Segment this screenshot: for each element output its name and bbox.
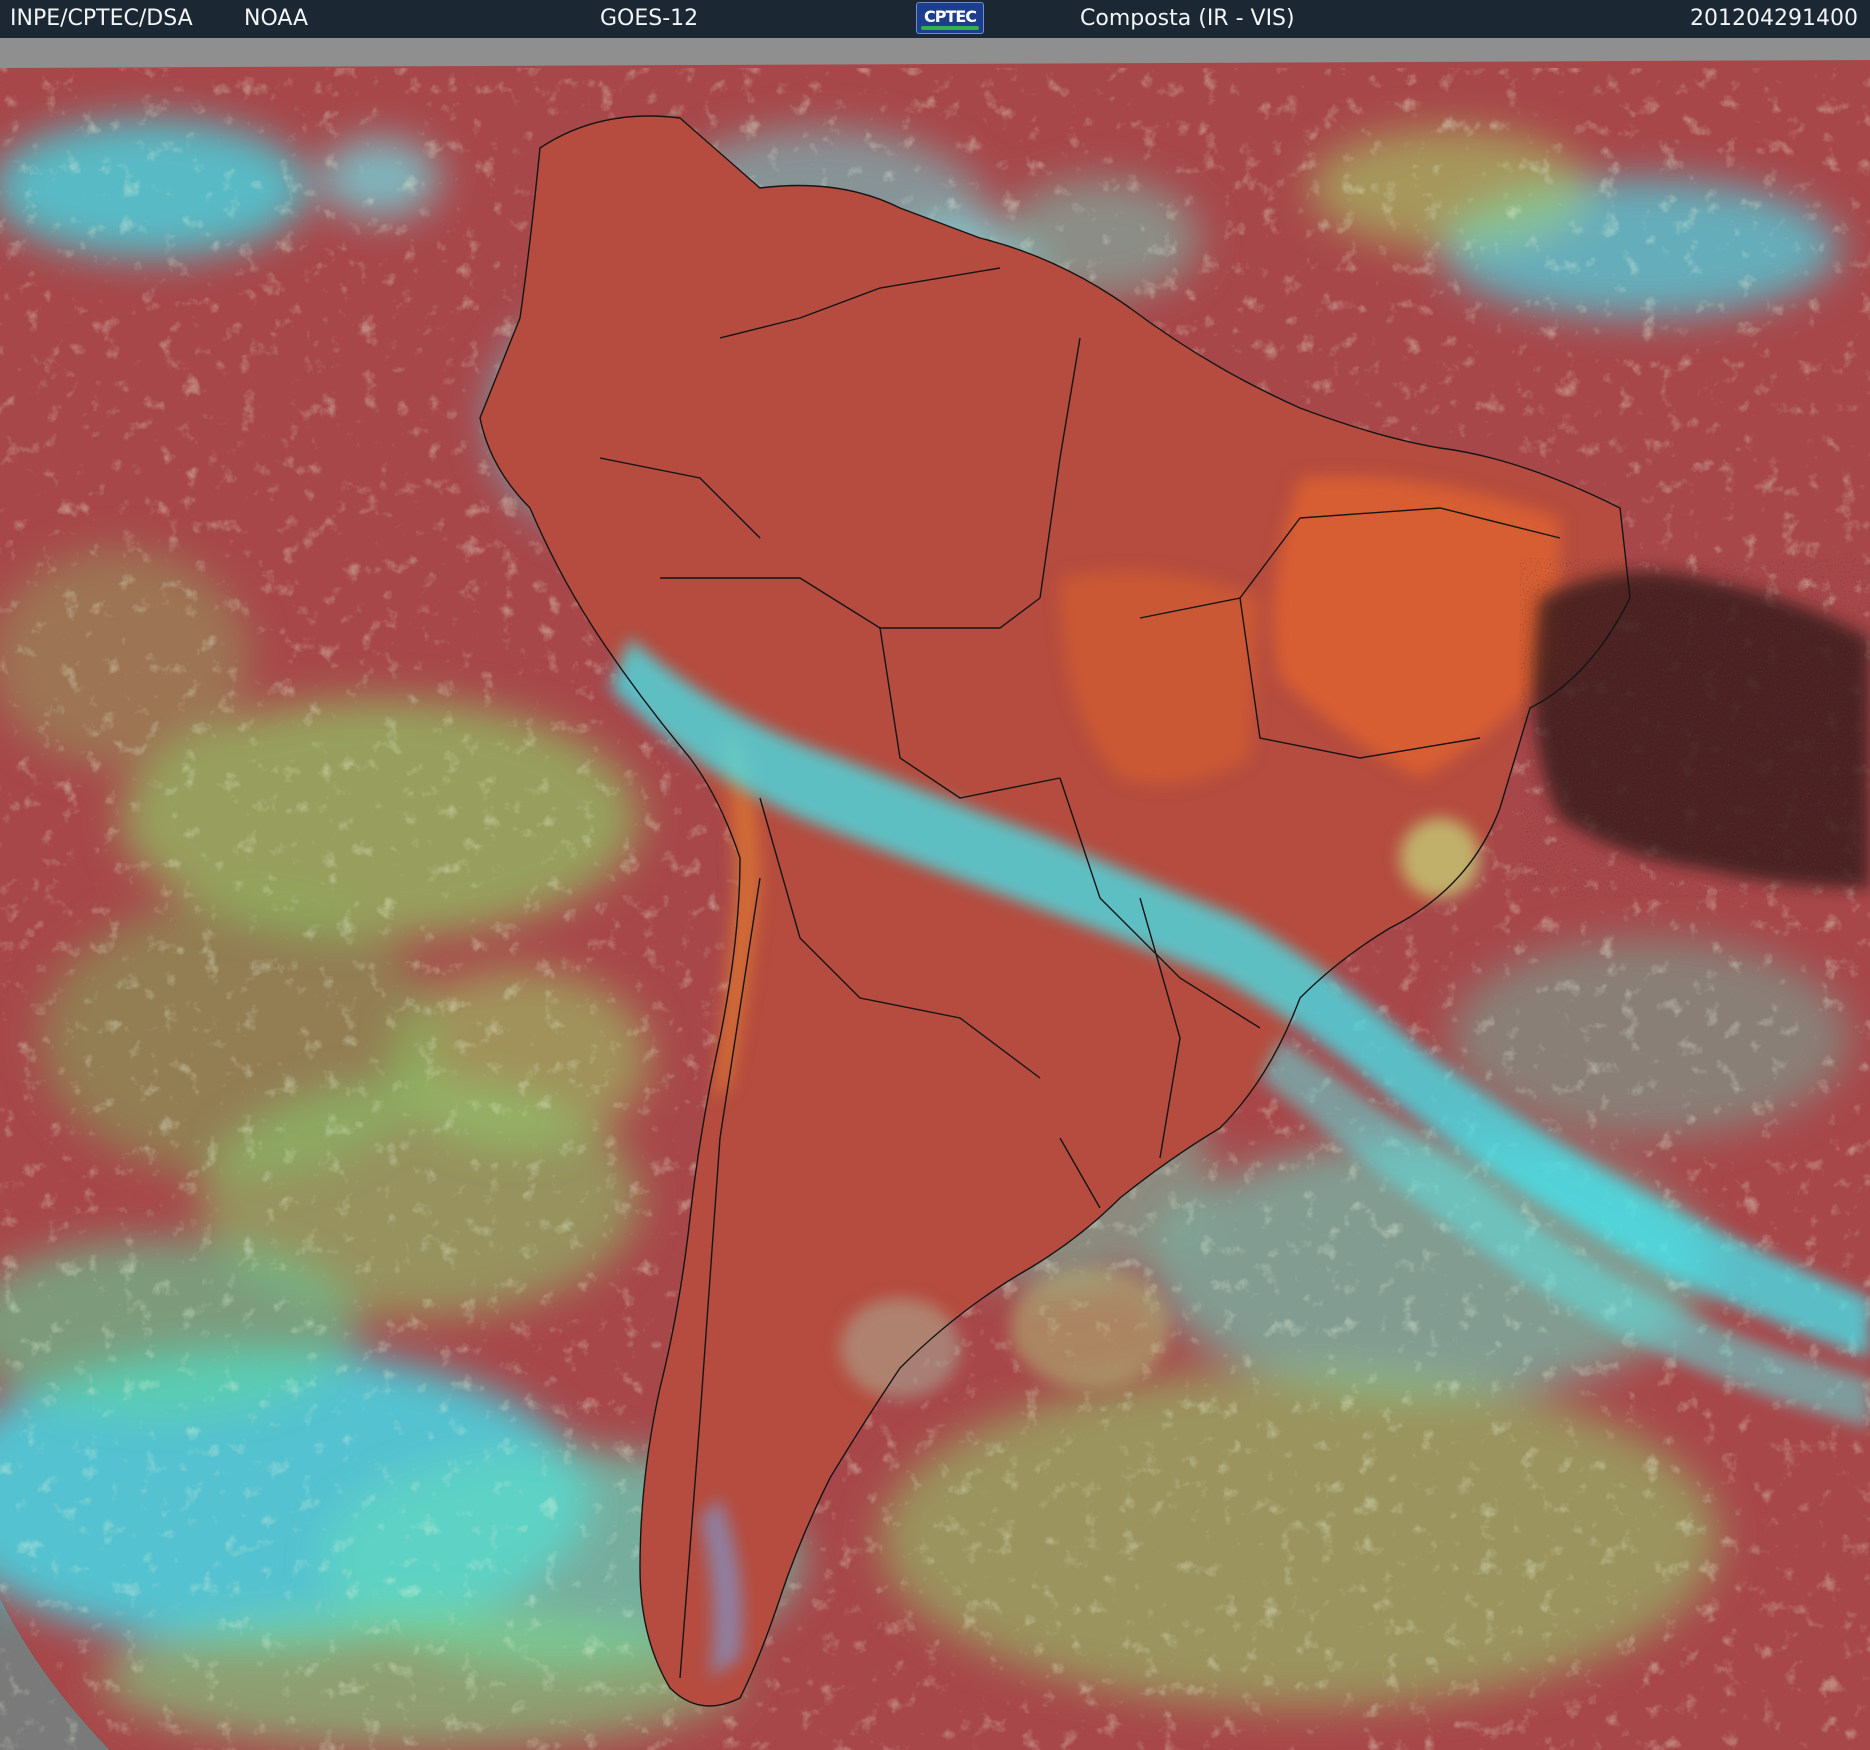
timestamp-label: 201204291400 bbox=[1690, 6, 1858, 31]
agency-label: NOAA bbox=[244, 6, 309, 31]
image-header-bar: INPE/CPTEC/DSA NOAA GOES-12 CPTEC Compos… bbox=[0, 0, 1870, 38]
logo-band bbox=[921, 26, 979, 30]
logo-text: CPTEC bbox=[923, 7, 977, 26]
satellite-image-frame: INPE/CPTEC/DSA NOAA GOES-12 CPTEC Compos… bbox=[0, 0, 1870, 1750]
source-label: INPE/CPTEC/DSA bbox=[10, 6, 193, 31]
satellite-label: GOES-12 bbox=[600, 6, 699, 31]
product-label: Composta (IR - VIS) bbox=[1080, 6, 1295, 31]
cptec-logo-icon: CPTEC bbox=[916, 2, 984, 34]
satellite-composite-map bbox=[0, 38, 1870, 1750]
clear-sky-atlantic-dark-area bbox=[1520, 558, 1870, 898]
